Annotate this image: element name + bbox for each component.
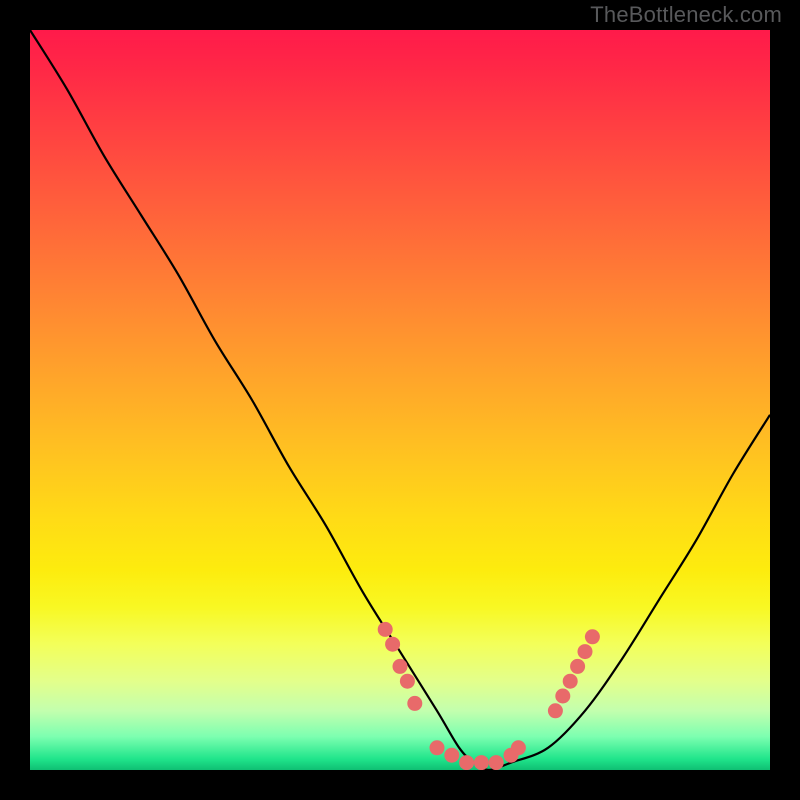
bottleneck-chart [30,30,770,770]
marker-point [489,755,504,770]
marker-point [430,740,445,755]
marker-point [548,703,563,718]
chart-container: TheBottleneck.com [0,0,800,800]
marker-point [407,696,422,711]
marker-point [585,629,600,644]
marker-point [444,748,459,763]
marker-point [378,622,393,637]
watermark-text: TheBottleneck.com [590,2,782,28]
marker-point [474,755,489,770]
marker-point [459,755,474,770]
marker-point [385,637,400,652]
marker-point [393,659,408,674]
marker-point [563,674,578,689]
marker-point [555,689,570,704]
marker-point [400,674,415,689]
marker-point [578,644,593,659]
plot-area [30,30,770,770]
marker-point [511,740,526,755]
marker-point [570,659,585,674]
